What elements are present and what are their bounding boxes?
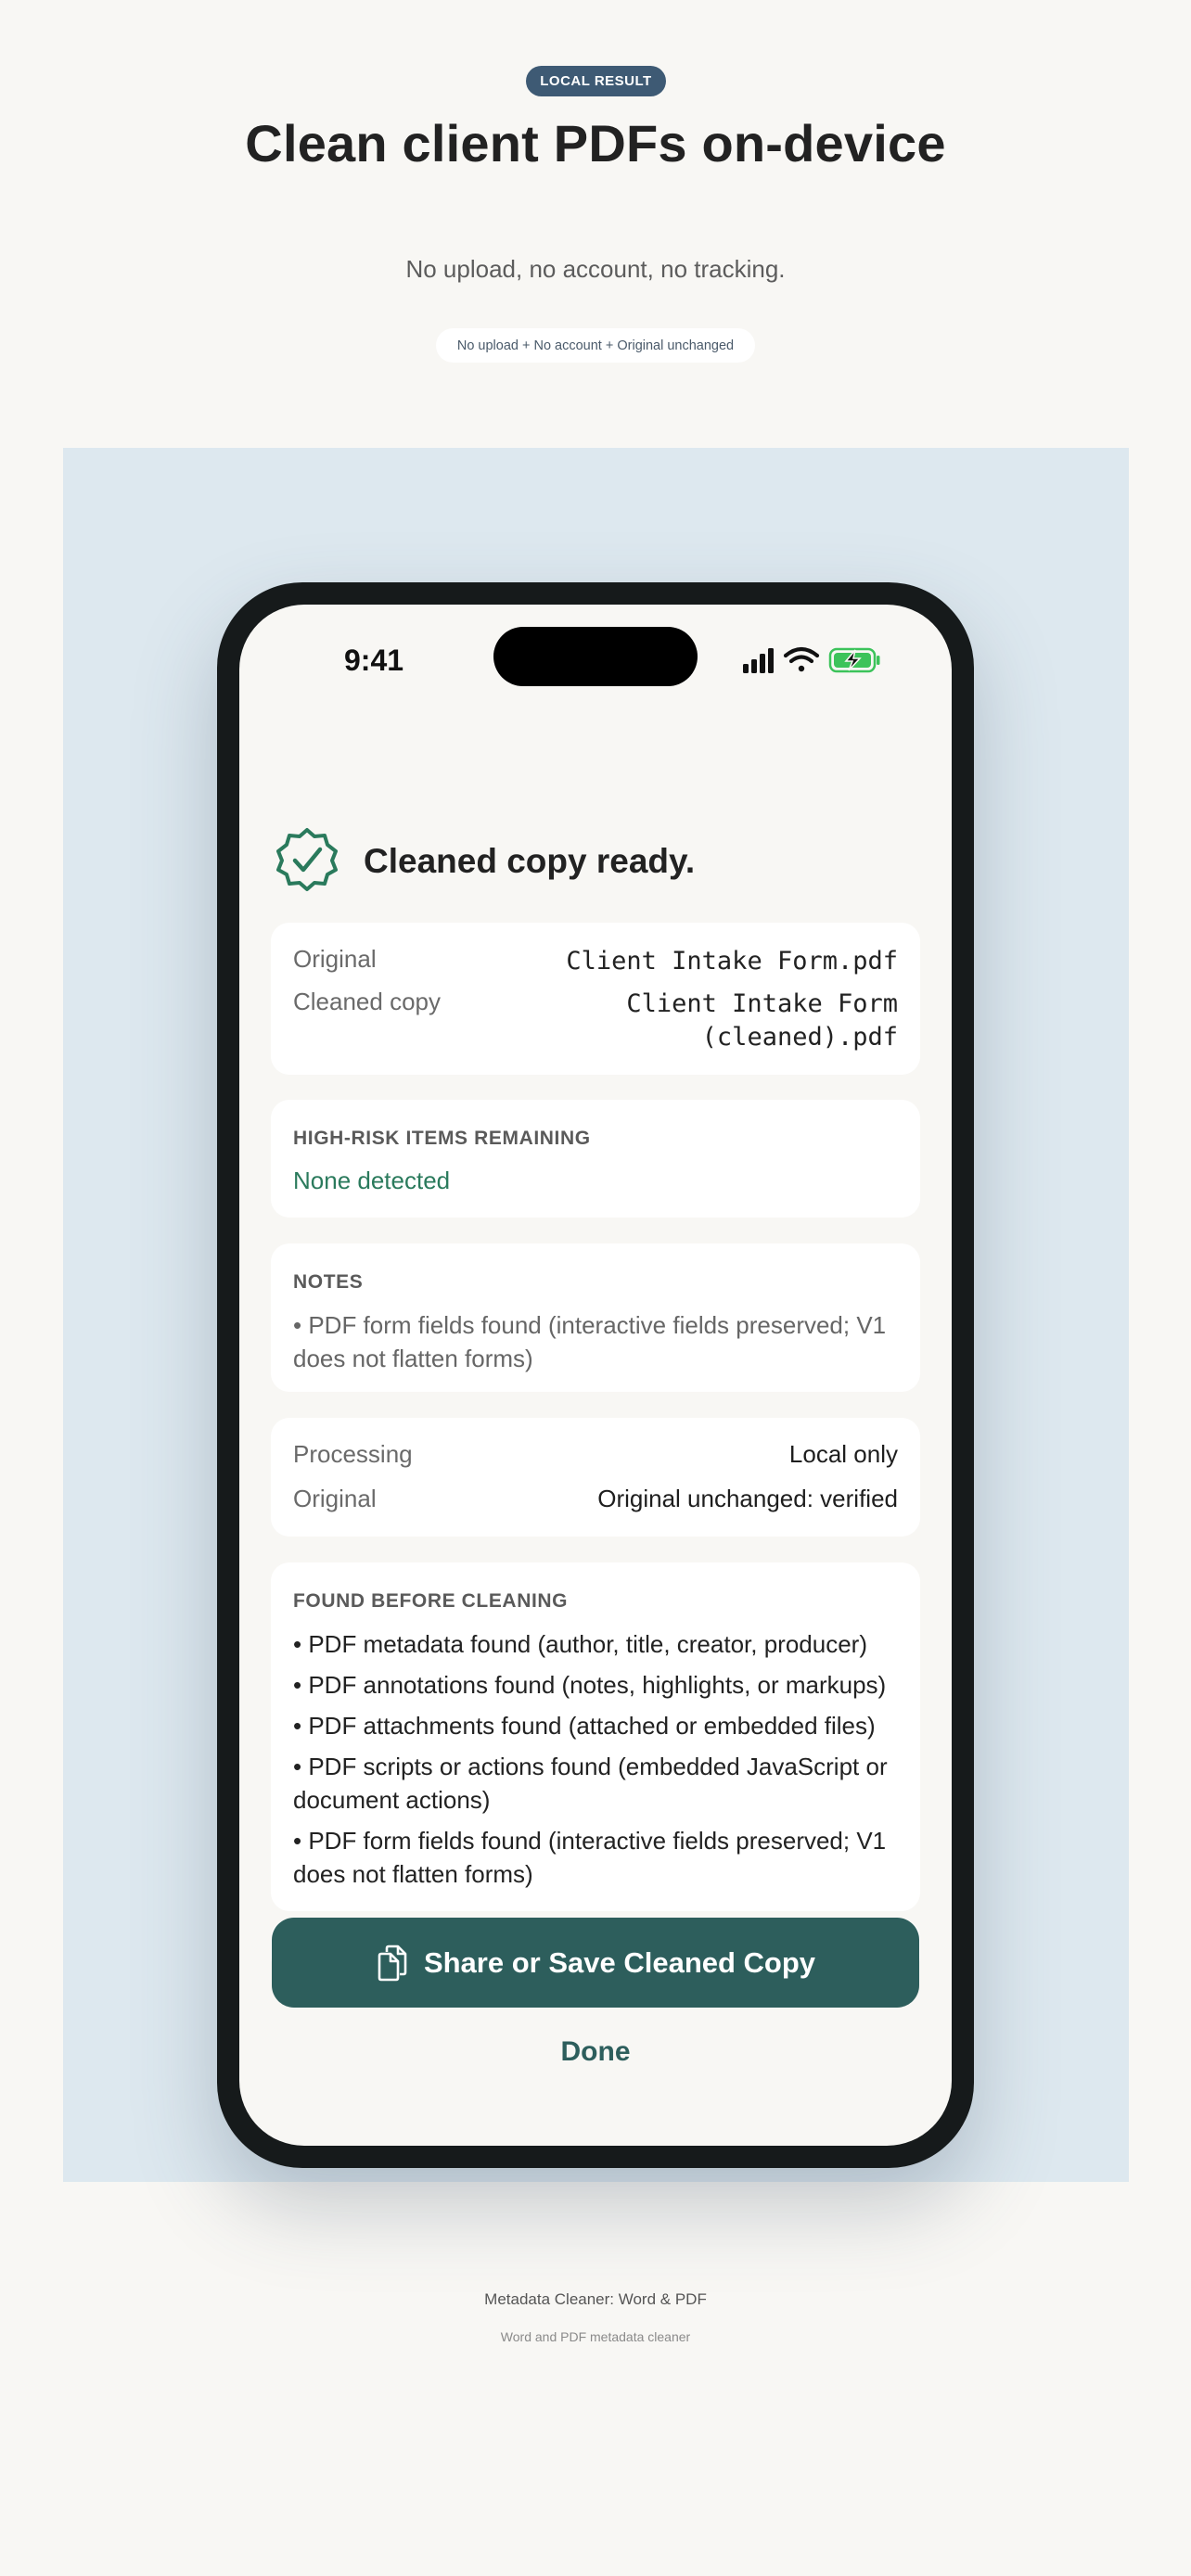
- verified-seal-icon: [276, 828, 338, 891]
- status-icons: [743, 646, 880, 673]
- notes-card: NOTES • PDF form fields found (interacti…: [271, 1243, 920, 1392]
- notes-label: NOTES: [293, 1271, 364, 1293]
- processing-label: Processing: [293, 1440, 413, 1468]
- local-result-badge: LOCAL RESULT: [526, 66, 666, 96]
- files-card: Original Client Intake Form.pdf Cleaned …: [271, 923, 920, 1075]
- share-save-label: Share or Save Cleaned Copy: [423, 1945, 816, 1979]
- app-tagline: Word and PDF metadata cleaner: [500, 2329, 691, 2344]
- found-item: • PDF form fields found (interactive fie…: [293, 1827, 887, 1888]
- found-item: • PDF annotations found (notes, highligh…: [293, 1671, 887, 1699]
- original-status-row: Original Original unchanged: verified: [293, 1485, 898, 1513]
- cleaned-filename: Client Intake Form (cleaned).pdf: [626, 988, 898, 1054]
- feature-pill: No upload + No account + Original unchan…: [436, 328, 755, 363]
- high-risk-card: HIGH-RISK ITEMS REMAINING None detected: [271, 1100, 920, 1218]
- processing-row: Processing Local only: [293, 1440, 898, 1469]
- processing-value: Local only: [788, 1440, 898, 1468]
- result-scroll-area[interactable]: Cleaned copy ready. Original Client Inta…: [239, 695, 952, 2010]
- headline: Clean client PDFs on-device: [245, 114, 946, 172]
- app-name: Metadata Cleaner: Word & PDF: [484, 2290, 707, 2308]
- notes-list: • PDF form fields found (interactive fie…: [293, 1308, 898, 1383]
- original-status-label: Original: [293, 1485, 377, 1512]
- phone-screen: 9:41 Cleaned copy ready. Original Client…: [239, 605, 952, 2146]
- found-list: • PDF metadata found (author, title, cre…: [293, 1627, 898, 1898]
- high-risk-value: None detected: [293, 1167, 451, 1194]
- cleaned-copy-label: Cleaned copy: [293, 988, 441, 1015]
- found-item: • PDF attachments found (attached or emb…: [293, 1712, 876, 1740]
- documents-icon: [378, 1945, 407, 1981]
- notes-item: • PDF form fields found (interactive fie…: [293, 1311, 887, 1372]
- phone-frame: 9:41 Cleaned copy ready. Original Client…: [217, 582, 974, 2168]
- status-time: 9:41: [344, 644, 404, 677]
- done-button[interactable]: Done: [239, 2036, 952, 2068]
- original-status-value: Original unchanged: verified: [597, 1485, 898, 1512]
- original-label: Original: [293, 945, 377, 973]
- cellular-signal-icon: [743, 648, 774, 673]
- subheadline: No upload, no account, no tracking.: [405, 255, 786, 283]
- wifi-icon: [783, 646, 820, 672]
- found-label: FOUND BEFORE CLEANING: [293, 1590, 569, 1612]
- found-item: • PDF metadata found (author, title, cre…: [293, 1630, 867, 1658]
- original-file-row: Original Client Intake Form.pdf: [293, 945, 898, 978]
- cleaned-file-row: Cleaned copy Client Intake Form (cleaned…: [293, 988, 898, 1054]
- share-save-button[interactable]: Share or Save Cleaned Copy: [272, 1918, 919, 2008]
- high-risk-label: HIGH-RISK ITEMS REMAINING: [293, 1128, 591, 1149]
- found-before-cleaning-card: FOUND BEFORE CLEANING • PDF metadata fou…: [271, 1562, 920, 1911]
- result-title: Cleaned copy ready.: [364, 842, 696, 880]
- cleaned-filename-line2: (cleaned).pdf: [701, 1023, 898, 1052]
- battery-charging-icon: [828, 647, 880, 673]
- processing-card: Processing Local only Original Original …: [271, 1418, 920, 1537]
- found-item: • PDF scripts or actions found (embedded…: [293, 1753, 888, 1814]
- dynamic-island: [493, 627, 698, 686]
- cleaned-filename-line1: Client Intake Form: [626, 989, 898, 1018]
- original-filename: Client Intake Form.pdf: [566, 947, 898, 976]
